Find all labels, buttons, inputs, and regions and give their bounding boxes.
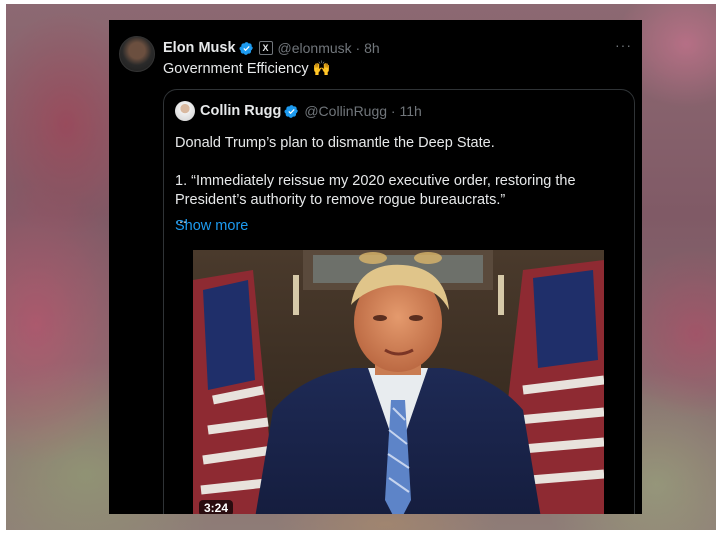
tweet-text: Government Efficiency 🙌 [163, 61, 331, 77]
show-more-link[interactable]: Show more [175, 218, 248, 234]
quote-text-line2: 1. “Immediately reissue my 2020 executiv… [175, 173, 576, 208]
quote-author-name[interactable]: Collin Rugg [200, 103, 281, 119]
quote-author-avatar[interactable] [175, 101, 195, 121]
tweet-time[interactable]: 8h [364, 40, 380, 56]
x-affiliate-icon: X [258, 41, 273, 55]
verified-badge-icon [284, 104, 299, 118]
quote-header: Collin Rugg @CollinRugg · 11h [175, 101, 422, 121]
author-avatar[interactable] [119, 36, 155, 72]
video-thumbnail [193, 250, 604, 514]
tweet-header: Elon Musk X @elonmusk · 8h [163, 38, 380, 58]
quote-text-line1: Donald Trump’s plan to dismantle the Dee… [175, 135, 495, 151]
quoted-tweet[interactable]: Collin Rugg @CollinRugg · 11h Donald Tru… [163, 89, 635, 514]
quote-author-handle: @CollinRugg · 11h [304, 103, 422, 119]
author-name[interactable]: Elon Musk [163, 40, 236, 56]
tweet-card[interactable]: Elon Musk X @elonmusk · 8h ··· Governmen… [109, 20, 642, 514]
video-duration: 3:24 [199, 500, 234, 514]
verified-badge-icon [238, 41, 253, 55]
quote-time[interactable]: 11h [400, 103, 422, 119]
more-options-icon[interactable]: ··· [615, 37, 632, 53]
video-player[interactable]: 3:24 [193, 250, 604, 514]
author-handle: @elonmusk · 8h [277, 40, 380, 56]
quote-text: Donald Trump’s plan to dismantle the Dee… [175, 134, 625, 229]
